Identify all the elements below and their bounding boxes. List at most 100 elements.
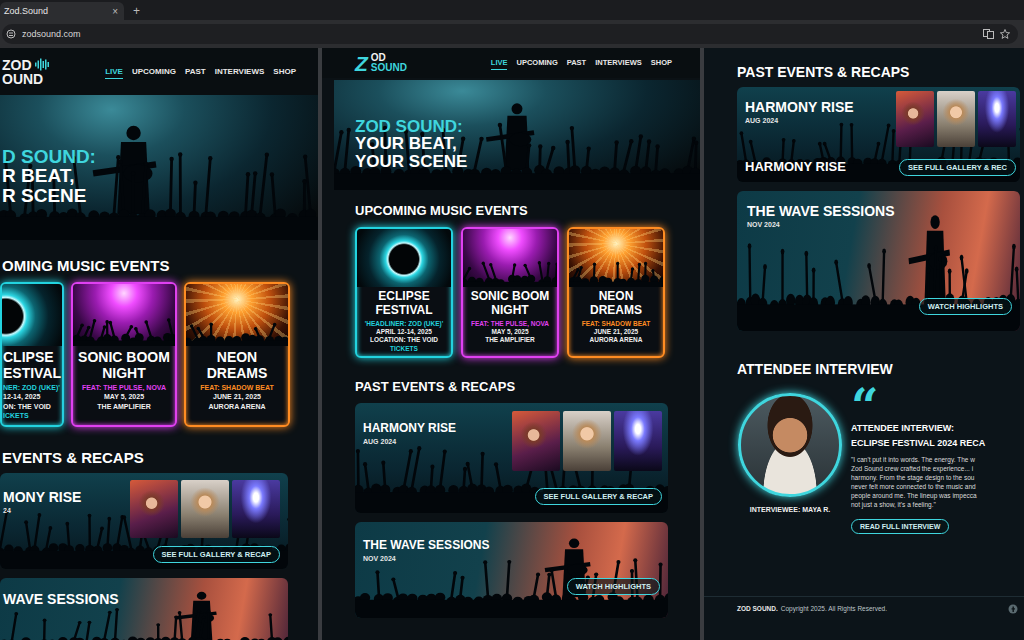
tab-close-button[interactable]: × <box>112 6 118 17</box>
gallery-button[interactable]: SEE FULL GALLERY & RECAP <box>535 488 662 505</box>
tickets-link[interactable]: TICKETS <box>390 345 418 352</box>
nav-link[interactable]: PAST <box>567 56 586 70</box>
gallery-thumb[interactable] <box>181 480 229 538</box>
site-logo[interactable]: ZODSOUND <box>355 53 407 74</box>
new-tab-button[interactable]: + <box>124 2 149 20</box>
section-title: ATTENDEE INTERVIEW <box>737 361 1024 377</box>
event-venue: THE AMPLIFIER <box>485 336 535 343</box>
raised-arm <box>179 155 182 214</box>
quote-line: never felt more connected to the music a… <box>851 482 977 491</box>
recap-spacer <box>3 546 124 563</box>
raised-arm <box>781 140 784 161</box>
recap-card[interactable]: HARMONY RISEAUG 2024HARMONY RISESEE FULL… <box>737 87 1020 182</box>
gallery-thumb[interactable] <box>896 91 934 147</box>
crowd-mass <box>0 217 318 240</box>
quote-line: "I can't put it into words. The energy. … <box>851 455 977 464</box>
raised-hand <box>430 465 434 469</box>
gallery-thumb[interactable] <box>512 411 560 471</box>
raised-arm <box>688 139 694 170</box>
recap-card[interactable]: THE WAVE SESSIONSNOV 2024WATCH HIGHLIGHT… <box>737 191 1020 331</box>
raised-hand <box>207 609 211 612</box>
gallery-thumb[interactable] <box>563 411 611 471</box>
event-card[interactable]: NEONDREAMSFEAT: SHADOW BEATJUNE 21, 2025… <box>567 227 665 358</box>
crowd-head <box>257 638 267 640</box>
raised-arm <box>132 174 135 214</box>
nav-link[interactable]: INTERVIEWS <box>595 56 642 70</box>
highlights-button[interactable]: WATCH HIGHLIGHTS <box>567 578 660 595</box>
raised-hand <box>692 137 696 141</box>
raised-arm <box>763 267 765 300</box>
event-venue: AURORA ARENA <box>208 403 265 411</box>
hero-headline: D SOUND:R BEAT,R SCENE <box>2 147 318 205</box>
raised-hand <box>481 452 485 456</box>
raised-hand <box>109 321 113 325</box>
raised-arm <box>748 246 751 300</box>
raised-hand <box>167 318 171 322</box>
gallery-thumb[interactable] <box>937 91 975 147</box>
event-card[interactable]: SONIC BOOMNIGHTFEAT: THE PULSE, NOVAMAY … <box>71 282 177 427</box>
gallery-button[interactable]: SEE FULL GALLERY & RECAP <box>153 546 280 563</box>
nav-link[interactable]: UPCOMING <box>516 56 557 70</box>
recap-card[interactable]: THE WAVE SESSIONSNOV 2024WATCH HIGHLIGHT… <box>355 522 668 618</box>
tickets-link[interactable]: ICKETS <box>3 412 29 420</box>
crowd-head <box>58 637 68 640</box>
raised-hand <box>130 325 134 329</box>
raised-hand <box>178 611 182 614</box>
event-card[interactable]: SONIC BOOMNIGHTFEAT: THE PULSE, NOVAMAY … <box>461 227 559 358</box>
raised-hand <box>409 449 413 453</box>
quote-line: harmony. From the stage design to the so… <box>851 473 977 482</box>
nav-link[interactable]: LIVE <box>491 56 508 70</box>
icon-disc <box>1009 604 1018 613</box>
raised-arm <box>934 248 936 300</box>
raised-arm <box>246 174 248 214</box>
gallery-button[interactable]: SEE FULL GALLERY & REC <box>899 159 1016 176</box>
raised-arm <box>157 624 159 640</box>
event-card[interactable]: NEONDREAMSFEAT: SHADOW BEATJUNE 21, 2025… <box>184 282 290 427</box>
nav-link[interactable]: SHOP <box>651 56 672 70</box>
read-interview-button[interactable]: READ FULL INTERVIEW <box>851 519 949 534</box>
raised-hand <box>614 140 618 144</box>
quote-line: not just a show, it's a feeling." <box>851 500 977 509</box>
highlights-button[interactable]: WATCH HIGHLIGHTS <box>919 298 1012 315</box>
raised-hand <box>1015 266 1019 272</box>
section-title: EVENTS & RECAPS <box>2 449 318 466</box>
recap-card[interactable]: WAVE SESSIONS <box>0 578 288 640</box>
gallery-thumb[interactable] <box>232 480 280 538</box>
raised-arm <box>812 270 814 300</box>
event-date: APRIL 12-14, 2025 <box>376 328 432 335</box>
browser-tab[interactable]: Zod.Sound× <box>0 2 124 20</box>
raised-arm <box>547 148 554 170</box>
raised-hand <box>347 128 351 132</box>
raised-hand <box>134 327 138 331</box>
raised-arm <box>556 264 557 279</box>
gallery-thumb[interactable] <box>614 411 662 471</box>
raised-arm <box>805 254 808 301</box>
nav-link[interactable]: PAST <box>185 65 206 79</box>
crowd-head <box>240 637 250 640</box>
raised-hand <box>616 560 620 564</box>
raised-hand <box>631 267 634 270</box>
gallery-thumb[interactable] <box>978 91 1016 147</box>
performer-head <box>569 539 579 549</box>
event-card[interactable]: CLIPSEESTIVALNER: ZOD (UKE)'12-14, 2025O… <box>0 282 64 427</box>
hero-line: YOUR BEAT, <box>355 135 700 152</box>
performer-head <box>930 215 939 229</box>
nav-link[interactable]: INTERVIEWS <box>215 65 265 79</box>
site-logo[interactable]: ZODOUND <box>2 58 50 86</box>
icon-bar <box>9 35 13 36</box>
recap-title: MONY RISE <box>3 490 124 505</box>
raised-hand <box>375 571 379 575</box>
event-image <box>73 284 175 346</box>
nav-link[interactable]: LIVE <box>105 65 123 79</box>
raised-arm <box>483 263 489 279</box>
recap-card[interactable]: HARMONY RISEAUG 2024SEE FULL GALLERY & R… <box>355 403 668 513</box>
raised-arm <box>1011 247 1014 301</box>
event-venue: LOCATION: THE VOID <box>370 336 438 343</box>
nav-link[interactable]: UPCOMING <box>132 65 176 79</box>
nav-link[interactable]: SHOP <box>273 65 296 79</box>
raised-arm <box>260 155 267 214</box>
recap-card[interactable]: MONY RISE24SEE FULL GALLERY & RECAP <box>0 473 288 569</box>
gallery-thumb[interactable] <box>130 480 178 538</box>
url-field[interactable]: zodsound.com <box>2 24 1018 44</box>
event-card[interactable]: ECLIPSEFESTIVAL'HEADLINER: ZOD (UKE)'APR… <box>355 227 453 358</box>
